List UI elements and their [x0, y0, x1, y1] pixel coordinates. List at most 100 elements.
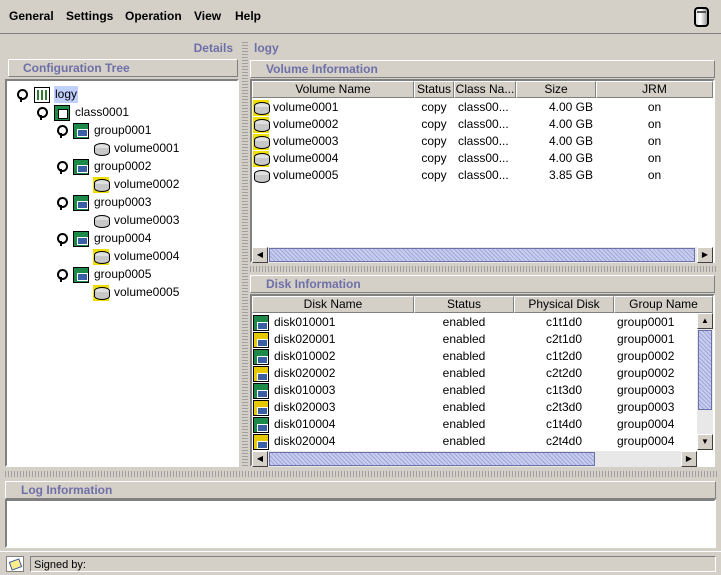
table-row[interactable]: volume0002 copy class00... 4.00 GB on: [252, 116, 713, 133]
table-row[interactable]: disk020004 enabled c2t4d0 group0004: [252, 433, 697, 450]
cell-status: copy: [421, 168, 447, 182]
table-row[interactable]: volume0004 copy class00... 4.00 GB on: [252, 150, 713, 167]
table-row[interactable]: disk010001 enabled c1t1d0 group0001: [252, 314, 697, 331]
table-row[interactable]: disk010003 enabled c1t3d0 group0003: [252, 382, 697, 399]
column-header-status[interactable]: Status: [414, 296, 514, 313]
disk-icon: [253, 400, 269, 416]
column-header-jrm[interactable]: JRM: [596, 81, 713, 98]
cell-volume-name: volume0005: [273, 168, 339, 182]
volume-icon: [253, 100, 270, 116]
tree-label-root[interactable]: logy: [54, 86, 79, 103]
volume-horizontal-scrollbar[interactable]: ◀ ▶: [252, 247, 713, 263]
table-row[interactable]: disk020001 enabled c2t1d0 group0001: [252, 331, 697, 348]
tree-label-group[interactable]: group0005: [94, 266, 151, 283]
scroll-right-button[interactable]: ▶: [681, 451, 697, 467]
column-header-physical-disk[interactable]: Physical Disk: [514, 296, 614, 313]
tree-node-root[interactable]: logy: [7, 86, 227, 103]
logy-icon: [34, 87, 50, 103]
menu-settings[interactable]: Settings: [66, 9, 113, 23]
tree-label-class[interactable]: class0001: [75, 104, 129, 121]
table-row[interactable]: volume0001 copy class00... 4.00 GB on: [252, 99, 713, 116]
tree-label-group[interactable]: group0002: [94, 158, 151, 175]
disk-icon: [253, 434, 269, 450]
cell-jrm: on: [647, 134, 662, 148]
horizontal-splitter[interactable]: [248, 266, 717, 272]
tree-node-volume[interactable]: volume0001: [7, 140, 227, 157]
column-header-size[interactable]: Size: [516, 81, 596, 98]
cell-physical-disk: c2t1d0: [545, 332, 583, 346]
expand-key-icon[interactable]: [37, 107, 48, 120]
column-header-class-name[interactable]: Class Na...: [454, 81, 516, 98]
tree-node-group[interactable]: group0001: [7, 122, 227, 139]
scroll-down-button[interactable]: ▼: [697, 434, 713, 450]
scroll-right-button[interactable]: ▶: [697, 247, 713, 263]
table-row[interactable]: disk020002 enabled c2t2d0 group0002: [252, 365, 697, 382]
column-header-volume-name[interactable]: Volume Name: [252, 81, 414, 98]
cell-volume-name: volume0003: [273, 134, 339, 148]
log-area[interactable]: [5, 499, 716, 548]
tree-node-group[interactable]: group0004: [7, 230, 227, 247]
tree-node-class[interactable]: class0001: [7, 104, 227, 121]
column-header-group-name[interactable]: Group Name: [614, 296, 713, 313]
volume-icon: [253, 168, 270, 184]
column-header-disk-name[interactable]: Disk Name: [252, 296, 414, 313]
scroll-left-button[interactable]: ◀: [252, 451, 268, 467]
tree-label-volume[interactable]: volume0004: [114, 248, 179, 265]
scroll-thumb[interactable]: [698, 330, 712, 410]
cell-disk-name: disk020003: [274, 400, 336, 414]
tree-node-volume[interactable]: volume0004: [7, 248, 227, 265]
menu-view[interactable]: View: [194, 9, 221, 23]
disk-information-title: Disk Information: [250, 275, 715, 293]
table-row[interactable]: volume0005 copy class00... 3.85 GB on: [252, 167, 713, 184]
scroll-up-button[interactable]: ▲: [697, 313, 713, 329]
disk-icon: [253, 417, 269, 433]
cell-size: 3.85 GB: [548, 168, 593, 182]
cell-jrm: on: [647, 100, 662, 114]
table-row[interactable]: disk010004 enabled c1t4d0 group0004: [252, 416, 697, 433]
tree-node-volume[interactable]: volume0002: [7, 176, 227, 193]
cell-status: enabled: [442, 366, 486, 380]
expand-key-icon[interactable]: [57, 125, 68, 138]
disk-table-header: Disk Name Status Physical Disk Group Nam…: [252, 296, 713, 313]
scroll-thumb[interactable]: [269, 248, 695, 262]
tree-node-group[interactable]: group0003: [7, 194, 227, 211]
table-row[interactable]: volume0003 copy class00... 4.00 GB on: [252, 133, 713, 150]
tree-label-group[interactable]: group0003: [94, 194, 151, 211]
cell-jrm: on: [647, 151, 662, 165]
tree-node-volume[interactable]: volume0003: [7, 212, 227, 229]
expand-key-icon[interactable]: [57, 197, 68, 210]
tree-label-group[interactable]: group0004: [94, 230, 151, 247]
menu-general[interactable]: General: [9, 9, 54, 23]
column-header-status[interactable]: Status: [414, 81, 454, 98]
expand-key-icon[interactable]: [17, 89, 28, 102]
trash-can-icon[interactable]: [694, 7, 709, 27]
disk-vertical-scrollbar[interactable]: ▲ ▼: [697, 313, 713, 450]
cell-status: enabled: [442, 349, 486, 363]
tree-label-volume[interactable]: volume0002: [114, 176, 179, 193]
cell-physical-disk: c2t4d0: [545, 434, 583, 448]
group-icon: [73, 123, 89, 139]
tree-label-volume[interactable]: volume0003: [114, 212, 179, 229]
tree-node-volume[interactable]: volume0005: [7, 284, 227, 301]
menu-help[interactable]: Help: [235, 9, 261, 23]
tree-node-group[interactable]: group0005: [7, 266, 227, 283]
tree-node-group[interactable]: group0002: [7, 158, 227, 175]
tree-label-volume[interactable]: volume0005: [114, 284, 179, 301]
menu-operation[interactable]: Operation: [125, 9, 182, 23]
disk-table: Disk Name Status Physical Disk Group Nam…: [250, 294, 715, 467]
tree-label-volume[interactable]: volume0001: [114, 140, 179, 157]
expand-key-icon[interactable]: [57, 161, 68, 174]
cell-size: 4.00 GB: [548, 134, 593, 148]
table-row[interactable]: disk020003 enabled c2t3d0 group0003: [252, 399, 697, 416]
scroll-left-button[interactable]: ◀: [252, 247, 268, 263]
log-splitter[interactable]: [3, 471, 718, 477]
tree-label-group[interactable]: group0001: [94, 122, 151, 139]
cell-status: copy: [421, 151, 447, 165]
table-row[interactable]: disk010002 enabled c1t2d0 group0002: [252, 348, 697, 365]
expand-key-icon[interactable]: [57, 233, 68, 246]
vertical-splitter[interactable]: [242, 40, 248, 468]
disk-horizontal-scrollbar[interactable]: ◀ ▶: [252, 451, 697, 467]
menu-bar: General Settings Operation View Help: [0, 0, 721, 34]
scroll-thumb[interactable]: [269, 452, 595, 466]
expand-key-icon[interactable]: [57, 269, 68, 282]
